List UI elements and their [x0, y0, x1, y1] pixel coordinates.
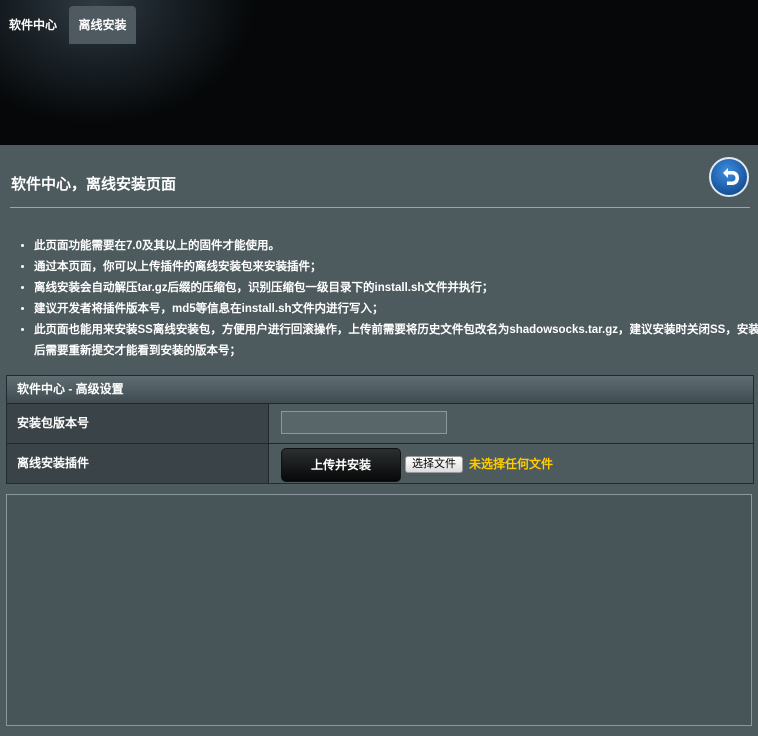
settings-header: 软件中心 - 高级设置 — [7, 376, 753, 404]
plugin-label: 离线安装插件 — [7, 444, 269, 483]
version-input[interactable] — [281, 411, 447, 434]
title-divider — [10, 207, 750, 208]
note-item: 此页面功能需要在7.0及其以上的固件才能使用。 — [34, 236, 758, 257]
version-cell — [269, 404, 753, 443]
note-item: 此页面也能用来安装SS离线安装包，方便用户进行回滚操作，上传前需要将历史文件包改… — [34, 320, 758, 362]
version-row: 安装包版本号 — [7, 404, 753, 444]
return-arrow-icon — [723, 168, 739, 185]
no-file-selected-text: 未选择任何文件 — [469, 457, 554, 471]
page-title: 软件中心，离线安装页面 — [11, 176, 177, 193]
note-item: 通过本页面，你可以上传插件的离线安装包来安装插件； — [34, 257, 758, 278]
note-item: 离线安装会自动解压tar.gz后缀的压缩包，识别压缩包一级目录下的install… — [34, 278, 758, 299]
plugin-row: 离线安装插件 上传并安装 选择文件 未选择任何文件 — [7, 444, 753, 483]
settings-table: 软件中心 - 高级设置 安装包版本号 离线安装插件 上传并安装 选择文件 未选择… — [6, 375, 754, 484]
main-panel: 软件中心，离线安装页面 此页面功能需要在7.0及其以上的固件才能使用。 通过本页… — [0, 145, 758, 736]
choose-file-button[interactable]: 选择文件 — [405, 456, 463, 473]
back-button[interactable] — [709, 157, 749, 197]
upload-install-button[interactable]: 上传并安装 — [281, 448, 401, 482]
notes-list: 此页面功能需要在7.0及其以上的固件才能使用。 通过本页面，你可以上传插件的离线… — [14, 236, 758, 362]
log-textarea[interactable] — [6, 494, 752, 726]
top-banner: 软件中心 离线安装 — [0, 0, 758, 145]
tab-offline-install[interactable]: 离线安装 — [69, 6, 136, 44]
note-item: 建议开发者将插件版本号，md5等信息在install.sh文件内进行写入； — [34, 299, 758, 320]
version-label: 安装包版本号 — [7, 404, 269, 443]
plugin-cell: 上传并安装 选择文件 未选择任何文件 — [269, 444, 753, 483]
tab-software-center[interactable]: 软件中心 — [0, 6, 66, 44]
